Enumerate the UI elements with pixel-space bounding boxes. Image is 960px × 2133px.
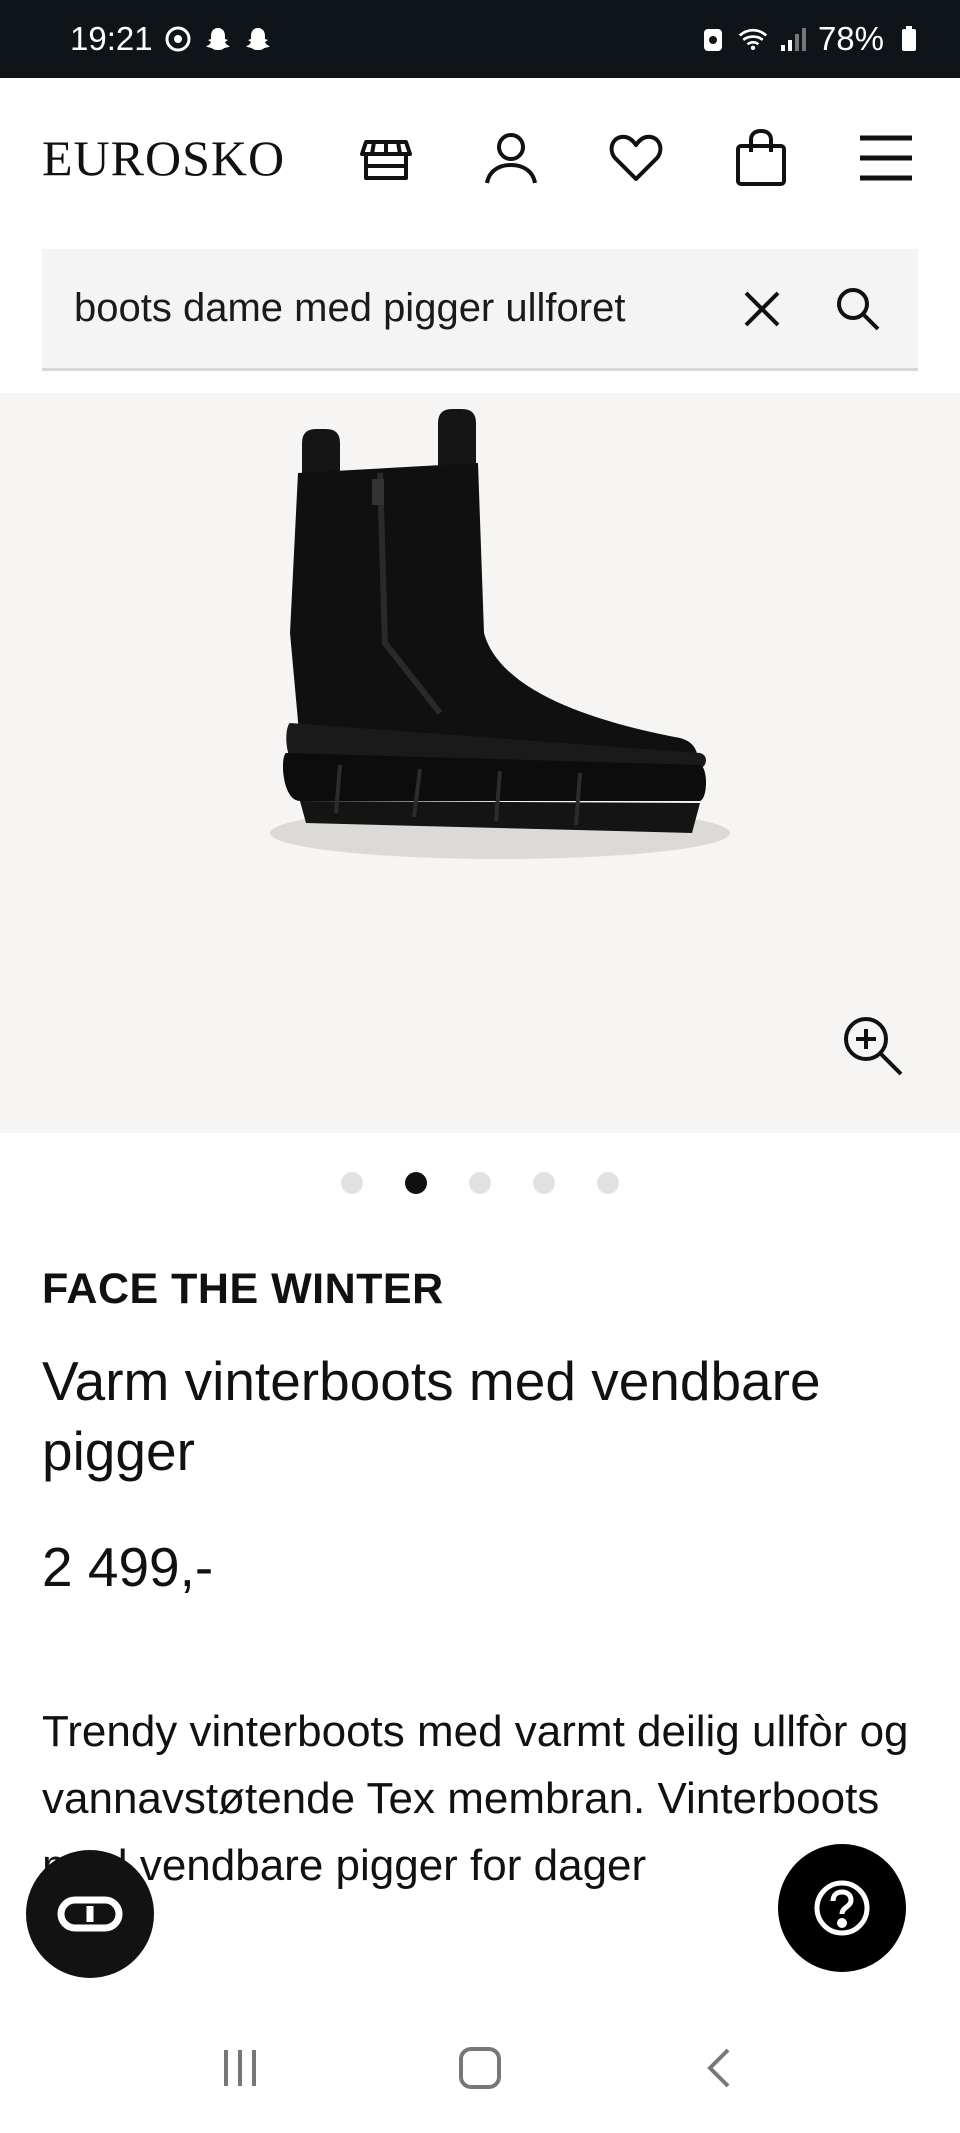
status-bar: 19:21 78% <box>0 0 960 78</box>
zoom-in-icon[interactable] <box>840 1013 904 1077</box>
battery-icon <box>894 24 924 54</box>
search-bar: boots dame med pigger ullforet <box>42 249 918 371</box>
product-image-gallery[interactable] <box>0 393 960 1133</box>
snapchat-icon <box>203 24 233 54</box>
help-button[interactable] <box>778 1844 906 1972</box>
gallery-dot[interactable] <box>597 1172 619 1194</box>
wishlist-heart-icon[interactable] <box>604 126 668 190</box>
home-icon[interactable] <box>450 2038 510 2098</box>
link-toggle-icon <box>57 1896 123 1932</box>
product-price: 2 499,- <box>42 1536 214 1598</box>
header-icons <box>354 126 918 190</box>
status-time: 19:21 <box>70 20 153 57</box>
gallery-dot[interactable] <box>469 1172 491 1194</box>
product-brand[interactable]: FACE THE WINTER <box>42 1265 444 1314</box>
battery-percent: 78% <box>817 20 884 57</box>
data-saver-icon <box>698 24 728 54</box>
product-title: Varm vinterboots med vendbare pigger <box>42 1350 821 1482</box>
eurosko-logo[interactable]: EUROSKO <box>42 129 296 187</box>
status-right: 78% <box>698 20 924 58</box>
wifi-icon <box>738 24 768 54</box>
gallery-dot-active[interactable] <box>405 1172 427 1194</box>
store-icon[interactable] <box>354 126 418 190</box>
site-header: EUROSKO <box>0 78 960 238</box>
gallery-dot[interactable] <box>533 1172 555 1194</box>
snapchat-icon <box>243 24 273 54</box>
recent-apps-icon[interactable] <box>210 2038 270 2098</box>
search-icon[interactable] <box>830 281 886 337</box>
clear-search-icon[interactable] <box>734 281 790 337</box>
chrome-icon <box>163 24 193 54</box>
status-left: 19:21 <box>70 20 273 58</box>
product-boot-image <box>270 409 730 859</box>
shopping-bag-icon[interactable] <box>729 126 793 190</box>
search-input[interactable]: boots dame med pigger ullforet <box>74 286 694 331</box>
gallery-pagination <box>0 1172 960 1194</box>
signal-icon <box>778 24 808 54</box>
question-icon <box>814 1880 870 1936</box>
menu-icon[interactable] <box>854 126 918 190</box>
chat-toggle-button[interactable] <box>26 1850 154 1978</box>
account-icon[interactable] <box>479 126 543 190</box>
back-icon[interactable] <box>690 2038 750 2098</box>
system-nav-bar <box>0 2003 960 2133</box>
gallery-dot[interactable] <box>341 1172 363 1194</box>
